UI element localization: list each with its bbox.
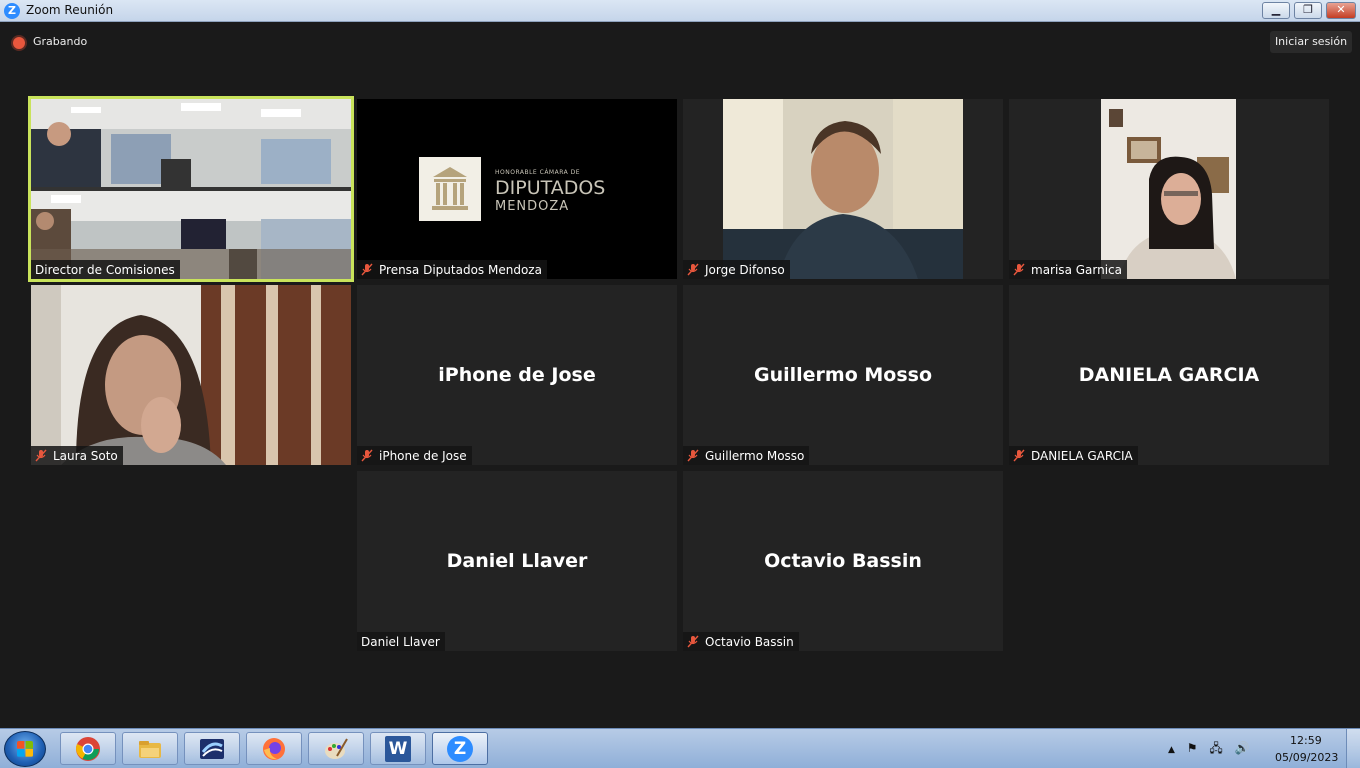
participant-tile[interactable]: Director de Comisiones <box>28 96 354 282</box>
taskbar-firefox[interactable] <box>246 732 302 765</box>
clock-time[interactable]: 12:59 <box>1290 734 1322 747</box>
participant-nameplate: Daniel Llaver <box>357 632 445 651</box>
close-button[interactable]: ✕ <box>1326 2 1356 19</box>
participant-nameplate: marisa Garnica <box>1009 260 1127 279</box>
taskbar-chrome[interactable] <box>60 732 116 765</box>
logo-line1: HONORABLE CÁMARA DE <box>495 169 581 176</box>
minimize-button[interactable]: ▁ <box>1262 2 1290 19</box>
muted-mic-icon <box>687 449 699 462</box>
word-icon: W <box>385 736 411 762</box>
participant-name: DANIELA GARCIA <box>1031 448 1133 463</box>
participant-tile[interactable]: marisa Garnica <box>1009 99 1329 279</box>
participant-tile[interactable]: Jorge Difonso <box>683 99 1003 279</box>
window-title: Zoom Reunión <box>26 3 114 17</box>
chrome-icon <box>76 737 100 761</box>
participant-nameplate: Jorge Difonso <box>683 260 790 279</box>
muted-mic-icon <box>1013 263 1025 276</box>
participant-name: Director de Comisiones <box>35 262 175 277</box>
participant-nameplate: Prensa Diputados Mendoza <box>357 260 547 279</box>
window-titlebar: Z Zoom Reunión ▁ ❐ ✕ <box>0 0 1360 22</box>
participant-tile[interactable]: DANIELA GARCIA DANIELA GARCIA <box>1009 285 1329 465</box>
participant-center-name: Guillermo Mosso <box>753 364 932 386</box>
building-icon <box>419 157 481 221</box>
media-app-icon <box>200 739 224 759</box>
participant-tile[interactable]: HONORABLE CÁMARA DE DIPUTADOS MENDOZA Pr… <box>357 99 677 279</box>
windows-logo-icon <box>17 741 33 757</box>
signin-button[interactable]: Iniciar sesión <box>1270 31 1352 53</box>
maximize-button[interactable]: ❐ <box>1294 2 1322 19</box>
muted-mic-icon <box>361 263 373 276</box>
recording-icon <box>13 37 25 49</box>
taskbar-media-app[interactable] <box>184 732 240 765</box>
participant-video <box>1101 99 1236 279</box>
clock-date[interactable]: 05/09/2023 <box>1275 751 1338 764</box>
participant-name: Octavio Bassin <box>705 634 794 649</box>
participant-tile[interactable]: Guillermo Mosso Guillermo Mosso <box>683 285 1003 465</box>
zoom-icon: Z <box>447 736 473 762</box>
participant-video <box>31 99 351 279</box>
taskbar-zoom[interactable]: Z <box>432 732 488 765</box>
participant-nameplate: Guillermo Mosso <box>683 446 810 465</box>
recording-label: Grabando <box>33 35 88 48</box>
participant-center-name: DANIELA GARCIA <box>1078 364 1260 386</box>
explorer-folder-icon <box>139 741 161 758</box>
participant-name: iPhone de Jose <box>379 448 467 463</box>
participant-center-name: Octavio Bassin <box>764 550 922 572</box>
muted-mic-icon <box>1013 449 1025 462</box>
participant-video <box>723 99 963 279</box>
participant-tile[interactable]: iPhone de Jose iPhone de Jose <box>357 285 677 465</box>
participant-name: Jorge Difonso <box>705 262 785 277</box>
muted-mic-icon <box>687 635 699 648</box>
participant-center-name: iPhone de Jose <box>438 364 596 386</box>
participant-logo: HONORABLE CÁMARA DE DIPUTADOS MENDOZA <box>419 157 619 221</box>
network-icon[interactable]: 🖧 <box>1209 741 1222 755</box>
participant-tile[interactable]: Octavio Bassin Octavio Bassin <box>683 471 1003 651</box>
volume-icon[interactable]: 🔊 <box>1235 741 1250 755</box>
system-tray: ▲ ⚑ 🖧 🔊 <box>1168 739 1250 760</box>
participant-nameplate: Laura Soto <box>31 446 123 465</box>
participant-center-name: Daniel Llaver <box>446 550 588 572</box>
action-center-flag-icon[interactable]: ⚑ <box>1187 741 1198 755</box>
windows-taskbar: W Z ▲ ⚑ 🖧 🔊 12:59 05/09/2023 <box>0 728 1360 768</box>
taskbar-word[interactable]: W <box>370 732 426 765</box>
muted-mic-icon <box>35 449 47 462</box>
meeting-topbar: Grabando Iniciar sesión <box>0 22 1360 66</box>
muted-mic-icon <box>361 449 373 462</box>
participant-tile[interactable]: Daniel Llaver Daniel Llaver <box>357 471 677 651</box>
logo-line2: DIPUTADOS <box>495 177 606 199</box>
participant-video <box>31 285 351 465</box>
participant-nameplate: Director de Comisiones <box>31 260 180 279</box>
participant-name: Laura Soto <box>53 448 118 463</box>
taskbar-paint[interactable] <box>308 732 364 765</box>
participant-nameplate: DANIELA GARCIA <box>1009 446 1138 465</box>
muted-mic-icon <box>687 263 699 276</box>
zoom-logo-icon: Z <box>4 3 20 19</box>
participant-name: Daniel Llaver <box>361 634 440 649</box>
participant-tile[interactable]: Laura Soto <box>31 285 351 465</box>
participant-nameplate: iPhone de Jose <box>357 446 472 465</box>
logo-line3: MENDOZA <box>495 199 570 214</box>
firefox-icon <box>263 738 285 760</box>
start-button[interactable] <box>4 731 46 767</box>
participant-nameplate: Octavio Bassin <box>683 632 799 651</box>
participant-name: marisa Garnica <box>1031 262 1122 277</box>
paint-icon <box>325 738 348 759</box>
taskbar-explorer[interactable] <box>122 732 178 765</box>
tray-expand-icon[interactable]: ▲ <box>1168 745 1175 755</box>
show-desktop-button[interactable] <box>1346 729 1360 768</box>
participant-name: Prensa Diputados Mendoza <box>379 262 542 277</box>
participant-name: Guillermo Mosso <box>705 448 805 463</box>
